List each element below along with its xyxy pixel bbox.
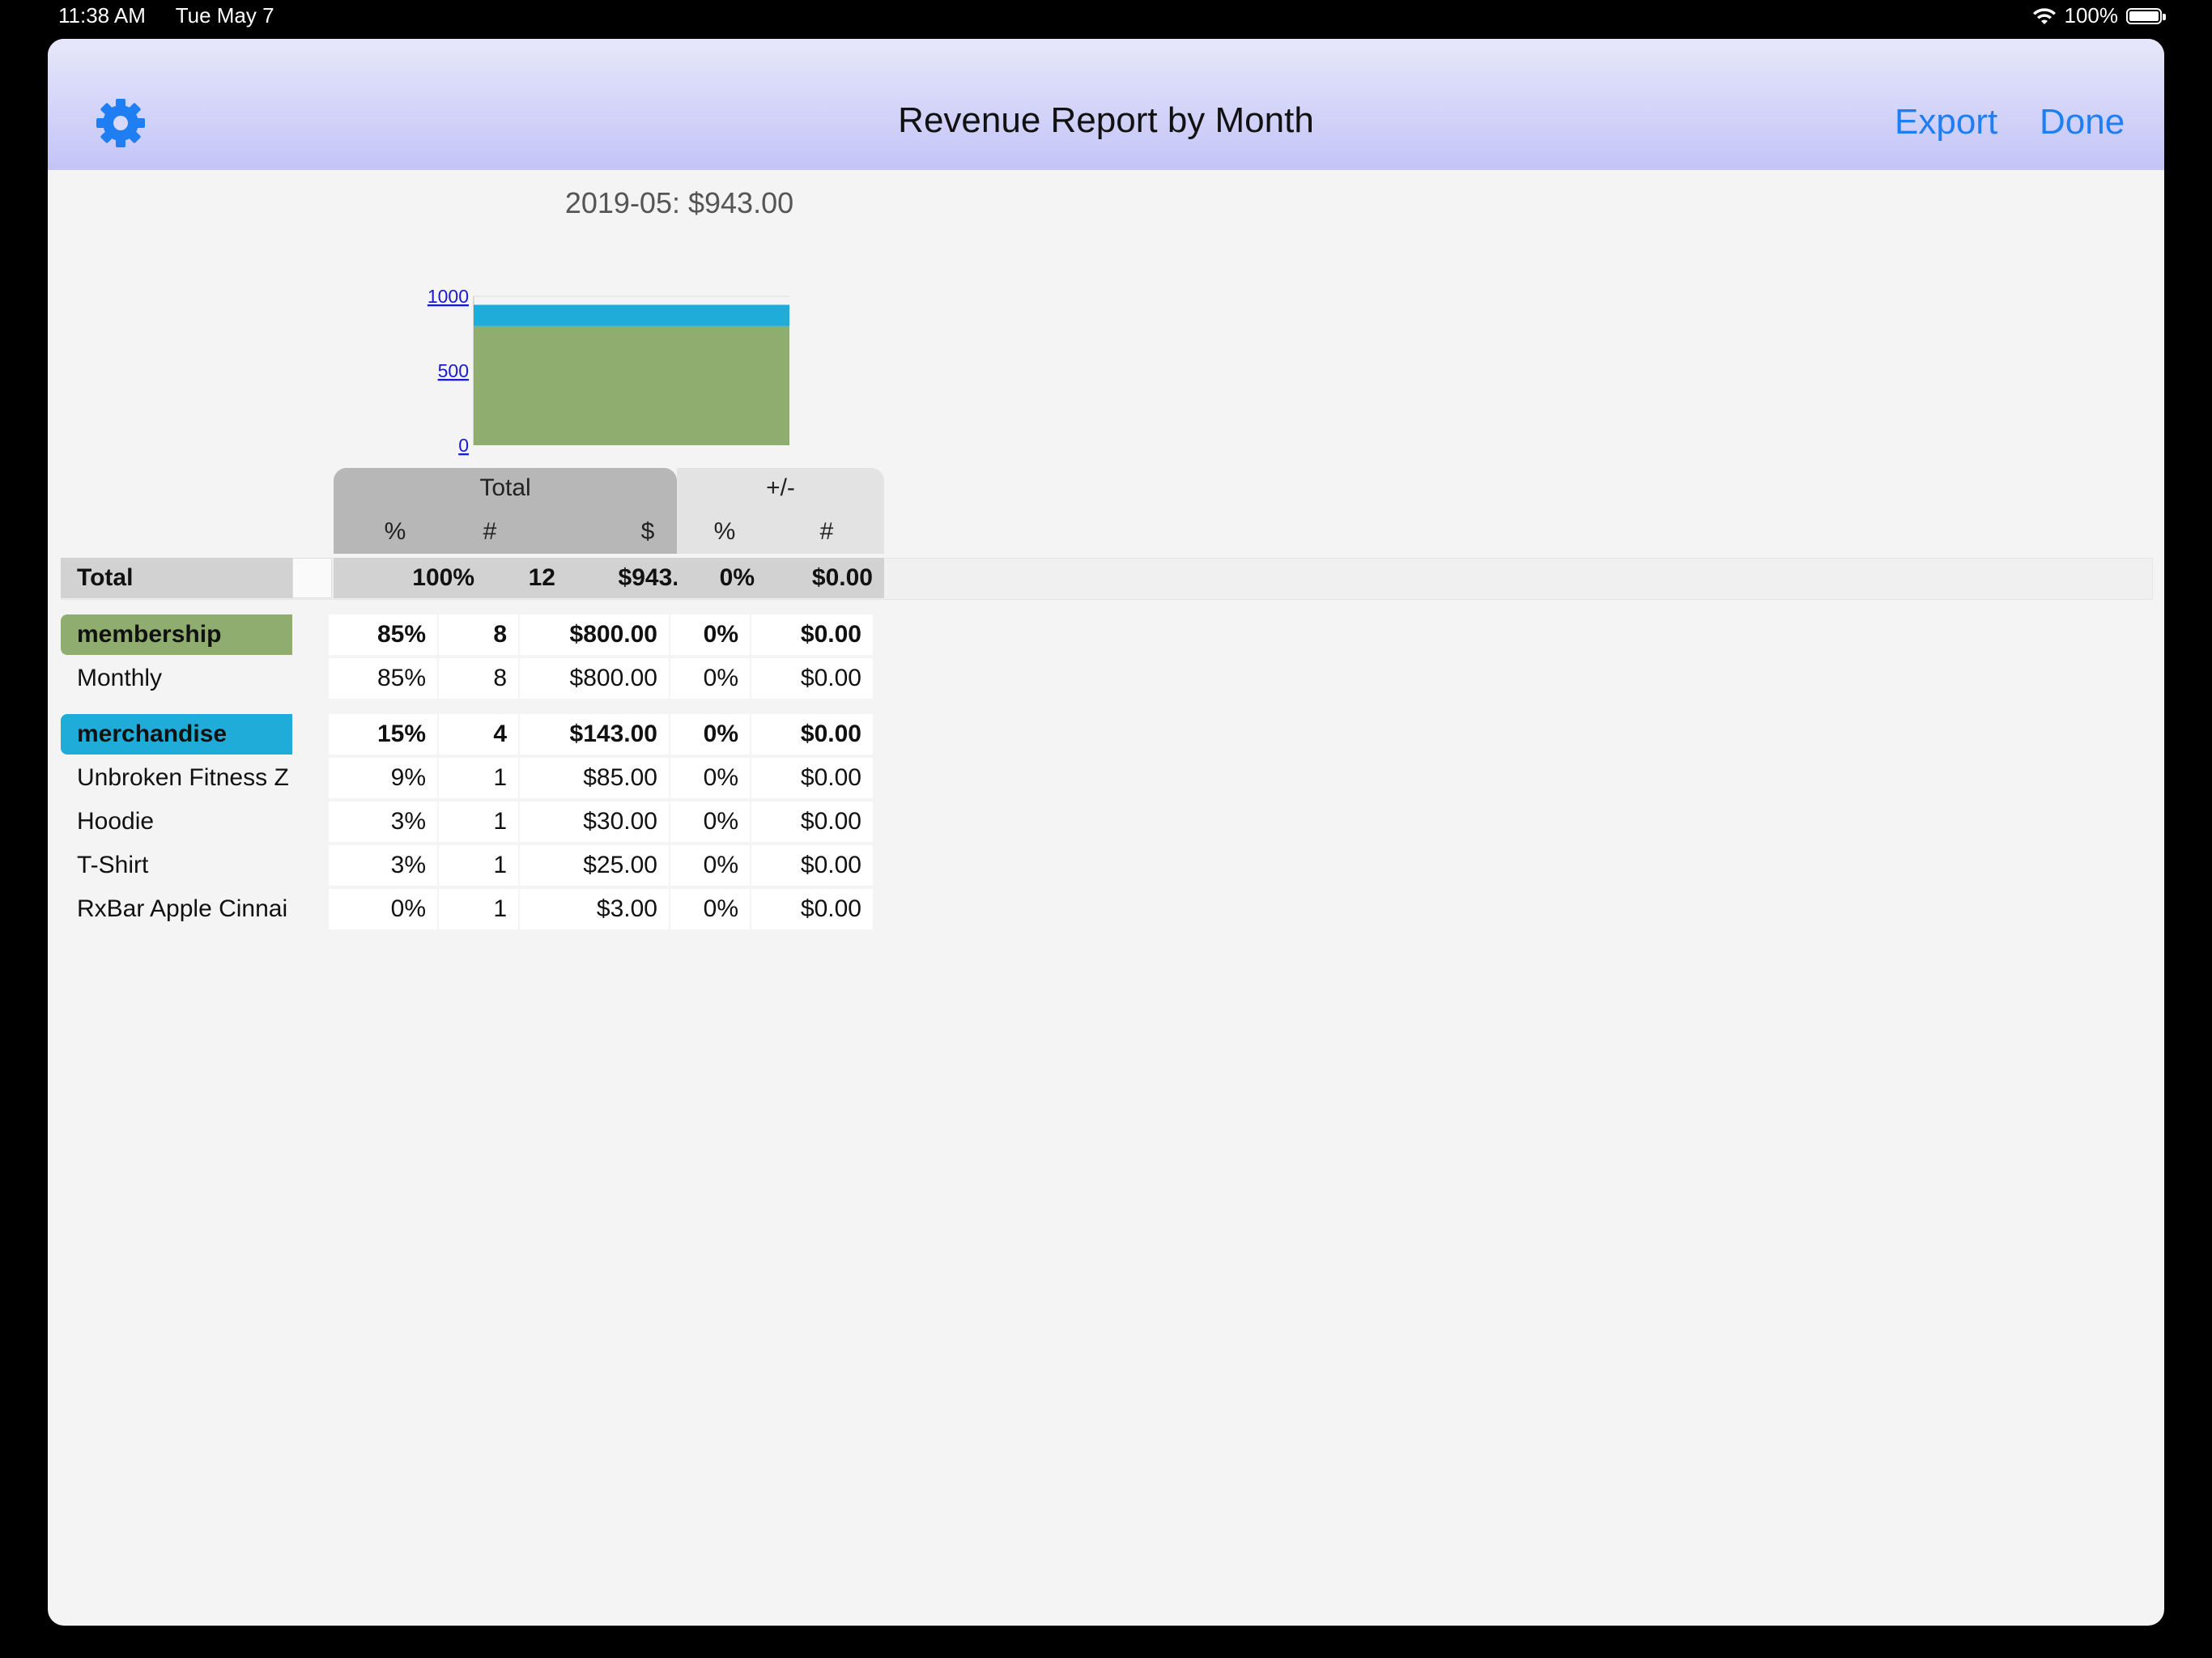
membership-summary-dcount: $0.00 [751,614,873,655]
membership-summary-dpct: 0% [670,614,750,655]
merchandise-item-dpct: 0% [670,845,750,886]
merchandise-item-count: 1 [439,889,518,929]
membership-summary-pct: 85% [329,614,437,655]
total-row-pct: 100% [334,558,486,598]
merchandise-item-label[interactable]: T-Shirt [61,845,292,886]
header-total-label: Total [479,474,531,501]
chart-bar-membership[interactable] [474,325,789,445]
done-button[interactable]: Done [2040,102,2125,142]
export-button[interactable]: Export [1895,102,1997,142]
status-bar-left: 11:38 AM Tue May 7 [58,3,299,28]
membership-item-amount: $800.00 [520,658,669,699]
total-row-label: Total [61,558,304,598]
battery-icon [2126,7,2166,24]
merchandise-item-amount: $30.00 [520,801,669,842]
merchandise-summary-count: 4 [439,714,518,755]
total-row-count: 12 [486,558,567,598]
membership-item-count: 8 [439,658,518,699]
merchandise-item-dpct: 0% [670,801,750,842]
status-date: Tue May 7 [175,3,274,28]
merchandise-item-amount: $3.00 [520,889,669,929]
merchandise-item-label[interactable]: RxBar Apple Cinnai [61,889,292,929]
col-header-diff-pct: % [713,518,736,545]
chart-y-tick-label[interactable]: 1000 [428,286,469,307]
membership-item-dpct: 0% [670,658,750,699]
header-diff-label: +/- [766,474,795,501]
battery-percent: 100% [2064,3,2119,28]
merchandise-item-label[interactable]: Unbroken Fitness Z [61,758,292,798]
merchandise-summary-dcount: $0.00 [751,714,873,755]
revenue-bar-chart: 0 500 1000 [428,286,789,456]
col-header-amount: $ [640,518,655,545]
merchandise-item-pct: 9% [329,758,437,798]
merchandise-item-amount: $85.00 [520,758,669,798]
membership-category-label: membership [61,614,292,655]
chart-y-tick-label[interactable]: 0 [458,435,469,456]
merchandise-item-pct: 0% [329,889,437,929]
chart-bar-merchandise[interactable] [474,304,789,326]
membership-item-dcount: $0.00 [751,658,873,699]
merchandise-item-label[interactable]: Hoodie [61,801,292,842]
merchandise-category-label: merchandise [61,714,292,755]
total-row-diff-count: $0.00 [766,558,884,598]
merchandise-item-dpct: 0% [670,889,750,929]
chart-y-tick-label[interactable]: 500 [438,360,469,381]
status-bar-right: 100% [2032,3,2166,28]
col-header-pct: % [384,518,406,545]
col-header-diff-count: # [819,518,834,545]
merchandise-summary-dpct: 0% [670,714,750,755]
merchandise-summary-amount: $143.00 [520,714,669,755]
merchandise-item-count: 1 [439,801,518,842]
merchandise-item-pct: 3% [329,845,437,886]
status-time: 11:38 AM [58,3,146,28]
wifi-icon [2032,7,2056,24]
merchandise-item-dcount: $0.00 [751,889,873,929]
col-header-count: # [483,518,497,545]
merchandise-item-dcount: $0.00 [751,758,873,798]
merchandise-item-count: 1 [439,845,518,886]
report-sheet: Revenue Report by Month Export Done 2019… [48,39,2164,1626]
membership-item-pct: 85% [329,658,437,699]
merchandise-item-pct: 3% [329,801,437,842]
merchandise-item-dcount: $0.00 [751,845,873,886]
total-row-diff-pct: 0% [677,558,766,598]
membership-summary-amount: $800.00 [520,614,669,655]
total-row-spacer [292,558,332,598]
membership-summary-count: 8 [439,614,518,655]
membership-item-label[interactable]: Monthly [61,658,292,699]
merchandise-item-amount: $25.00 [520,845,669,886]
merchandise-item-count: 1 [439,758,518,798]
merchandise-summary-pct: 15% [329,714,437,755]
merchandise-item-dcount: $0.00 [751,801,873,842]
merchandise-item-dpct: 0% [670,758,750,798]
